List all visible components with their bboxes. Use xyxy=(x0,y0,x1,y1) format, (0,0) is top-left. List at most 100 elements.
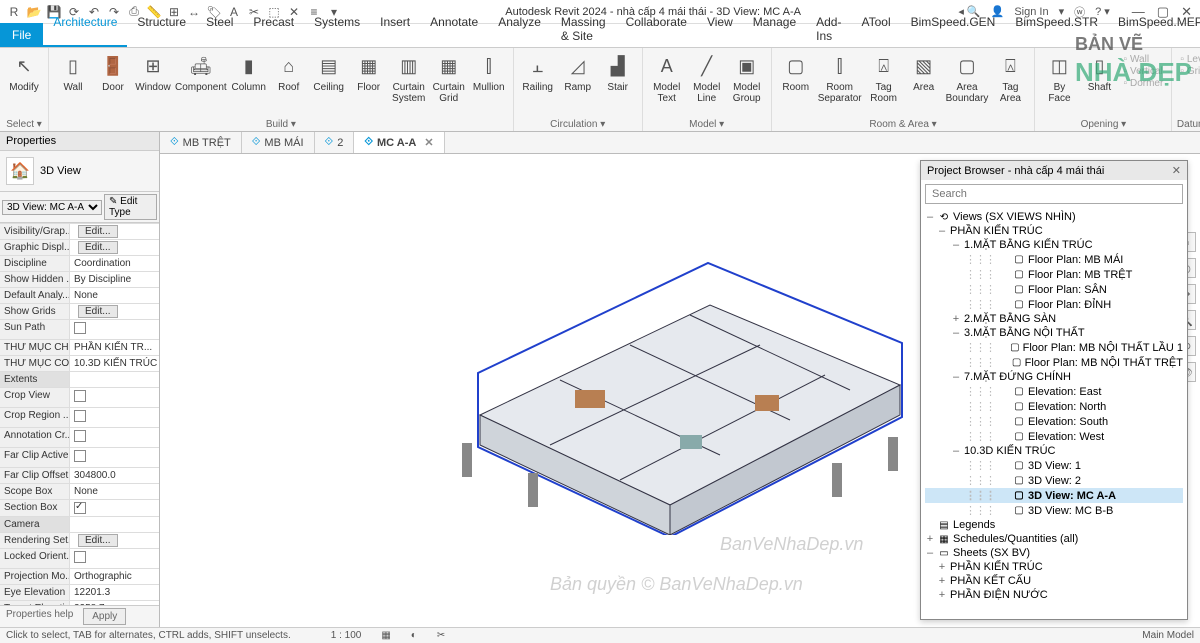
project-browser-title-bar[interactable]: Project Browser - nhà cấp 4 mái thái ✕ xyxy=(921,161,1187,180)
ribbon-stair[interactable]: ▟Stair xyxy=(600,52,636,93)
tree-node[interactable]: –1.MẶT BẰNG KIẾN TRÚC xyxy=(925,238,1183,252)
prop-value[interactable]: 304800.0 xyxy=(70,468,159,483)
prop-value[interactable] xyxy=(70,500,159,516)
close-tab-icon[interactable]: ✕ xyxy=(424,136,433,149)
prop-value[interactable]: PHẦN KIẾN TR... xyxy=(70,340,159,355)
tree-node[interactable]: ⋮⋮⋮▢Elevation: South xyxy=(925,414,1183,429)
prop-value[interactable] xyxy=(70,388,159,407)
ribbon-by-face[interactable]: ◫ByFace xyxy=(1041,52,1077,104)
ribbon-ceiling[interactable]: ▤Ceiling xyxy=(311,52,347,93)
tree-node[interactable]: +PHẦN KẾT CẤU xyxy=(925,574,1183,588)
properties-help-link[interactable]: Properties help xyxy=(0,606,79,627)
ribbon-group-label[interactable]: Select ▾ xyxy=(0,118,48,131)
edit-button[interactable]: Edit... xyxy=(78,534,118,547)
ribbon-area[interactable]: ▧Area xyxy=(906,52,942,93)
ribbon-modify[interactable]: ↖Modify xyxy=(6,52,42,93)
ribbon-tab-insert[interactable]: Insert xyxy=(370,11,420,47)
project-browser-tree[interactable]: –⟲Views (SX VIEWS NHÌN)–PHẦN KIẾN TRÚC–1… xyxy=(921,208,1187,619)
checkbox[interactable] xyxy=(74,410,86,422)
prop-value[interactable] xyxy=(70,549,159,568)
view-tab-mb-mái[interactable]: ⟐MB MÁI xyxy=(242,132,315,153)
status-scale[interactable]: 1 : 100 xyxy=(331,630,362,641)
tree-twisty-icon[interactable]: – xyxy=(951,327,961,339)
ribbon-tab-steel[interactable]: Steel xyxy=(196,11,243,47)
ribbon-tab-manage[interactable]: Manage xyxy=(743,11,806,47)
tree-twisty-icon[interactable]: – xyxy=(951,445,961,457)
checkbox[interactable] xyxy=(74,430,86,442)
tree-node[interactable]: –7.MẶT ĐỨNG CHÍNH xyxy=(925,370,1183,384)
ribbon-group-label[interactable]: Build ▾ xyxy=(49,118,513,131)
tree-node[interactable]: –PHẦN KIẾN TRÚC xyxy=(925,224,1183,238)
prop-value[interactable]: Coordination xyxy=(70,256,159,271)
tree-node[interactable]: ⋮⋮⋮▢3D View: MC A-A xyxy=(925,488,1183,503)
tree-node[interactable]: ▤Legends xyxy=(925,518,1183,532)
instance-selector[interactable]: 3D View: MC A-A xyxy=(2,200,102,215)
open-icon[interactable]: 📂 xyxy=(26,4,42,20)
ribbon-area-boundary[interactable]: ▢AreaBoundary xyxy=(946,52,989,104)
ribbon-group-label[interactable]: Datum ▾ xyxy=(1172,118,1200,131)
ribbon-tab-view[interactable]: View xyxy=(697,11,743,47)
prop-value[interactable]: Orthographic xyxy=(70,569,159,584)
ribbon-tab-collaborate[interactable]: Collaborate xyxy=(616,11,697,47)
edit-button[interactable]: Edit... xyxy=(78,305,118,318)
ribbon-tab-precast[interactable]: Precast xyxy=(243,11,304,47)
ribbon-door[interactable]: 🚪Door xyxy=(95,52,131,93)
tree-node[interactable]: ⋮⋮⋮▢Floor Plan: MB MÁI xyxy=(925,252,1183,267)
vc-icon-2[interactable]: ◐ xyxy=(411,630,417,641)
ribbon-tab-bimspeed-str[interactable]: BimSpeed.STR xyxy=(1005,11,1108,47)
tree-node[interactable]: ⋮⋮⋮▢3D View: MC B-B xyxy=(925,503,1183,518)
prop-value[interactable]: Edit... xyxy=(70,533,159,548)
prop-value[interactable]: 10.3D KIẾN TRÚC xyxy=(70,356,159,371)
ribbon-ramp[interactable]: ◿Ramp xyxy=(560,52,596,93)
ribbon-level[interactable]: ▫ Level xyxy=(1180,54,1200,65)
tree-node[interactable]: ⋮⋮⋮▢Floor Plan: MB TRỆT xyxy=(925,267,1183,282)
prop-value[interactable]: Edit... xyxy=(70,240,159,255)
ribbon-room[interactable]: ▢Room xyxy=(778,52,814,93)
ribbon-mullion[interactable]: ⫿Mullion xyxy=(471,52,507,93)
ribbon-dormer[interactable]: ▫ Dormer xyxy=(1123,78,1163,89)
ribbon-curtain-system[interactable]: ▥CurtainSystem xyxy=(391,52,427,104)
prop-value[interactable] xyxy=(70,428,159,447)
tree-node[interactable]: +2.MẶT BẰNG SÀN xyxy=(925,312,1183,326)
ribbon-group-label[interactable]: Circulation ▾ xyxy=(514,118,642,131)
tree-twisty-icon[interactable]: + xyxy=(937,575,947,587)
tree-node[interactable]: ⋮⋮⋮▢3D View: 2 xyxy=(925,473,1183,488)
tree-node[interactable]: ⋮⋮⋮▢Elevation: East xyxy=(925,384,1183,399)
ribbon-component[interactable]: 🛋Component xyxy=(175,52,227,93)
ribbon-tab-bimspeed-gen[interactable]: BimSpeed.GEN xyxy=(901,11,1006,47)
ribbon-model-group[interactable]: ▣ModelGroup xyxy=(729,52,765,104)
tree-twisty-icon[interactable]: + xyxy=(937,589,947,601)
ribbon-column[interactable]: ▮Column xyxy=(231,52,267,93)
prop-value[interactable] xyxy=(70,408,159,427)
view-tab-mc-a-a[interactable]: ⟐MC A-A✕ xyxy=(354,132,444,153)
ribbon-group-label[interactable]: Model ▾ xyxy=(643,118,771,131)
prop-value[interactable]: None xyxy=(70,484,159,499)
ribbon-curtain-grid[interactable]: ▦CurtainGrid xyxy=(431,52,467,104)
vc-icon-1[interactable]: ▦ xyxy=(381,630,390,641)
view-tab-mb-trệt[interactable]: ⟐MB TRỆT xyxy=(160,132,242,153)
tree-node[interactable]: ⋮⋮⋮▢Elevation: North xyxy=(925,399,1183,414)
ribbon-tab-architecture[interactable]: Architecture xyxy=(43,11,127,47)
ribbon-vertical[interactable]: ▫ Vertical xyxy=(1123,66,1163,77)
tree-node[interactable]: +PHẦN KIẾN TRÚC xyxy=(925,560,1183,574)
prop-value[interactable] xyxy=(70,372,159,387)
prop-value[interactable] xyxy=(70,320,159,339)
tree-twisty-icon[interactable]: – xyxy=(925,547,935,559)
ribbon-roof[interactable]: ⌂Roof xyxy=(271,52,307,93)
prop-value[interactable] xyxy=(70,448,159,467)
main-model-selector[interactable]: Main Model xyxy=(1142,630,1194,641)
app-icon[interactable]: R xyxy=(6,4,22,20)
tree-node[interactable]: ⋮⋮⋮▢Floor Plan: SÂN xyxy=(925,282,1183,297)
edit-button[interactable]: Edit... xyxy=(78,225,118,238)
ribbon-tab-bimspeed-mep[interactable]: BimSpeed.MEP xyxy=(1108,11,1200,47)
ribbon-tag-room[interactable]: ⍓TagRoom xyxy=(866,52,902,104)
tree-twisty-icon[interactable]: + xyxy=(951,313,961,325)
tree-node[interactable]: +▦Schedules/Quantities (all) xyxy=(925,532,1183,546)
tree-twisty-icon[interactable]: – xyxy=(951,371,961,383)
ribbon-railing[interactable]: ⫠Railing xyxy=(520,52,556,93)
ribbon-model-line[interactable]: ╱ModelLine xyxy=(689,52,725,104)
ribbon-grid[interactable]: ▫ Grid xyxy=(1180,66,1200,77)
ribbon-tab-structure[interactable]: Structure xyxy=(127,11,196,47)
tree-node[interactable]: ⋮⋮⋮▢Floor Plan: MB NỘI THẤT LẦU 1 xyxy=(925,340,1183,355)
project-browser-close-icon[interactable]: ✕ xyxy=(1172,164,1181,177)
